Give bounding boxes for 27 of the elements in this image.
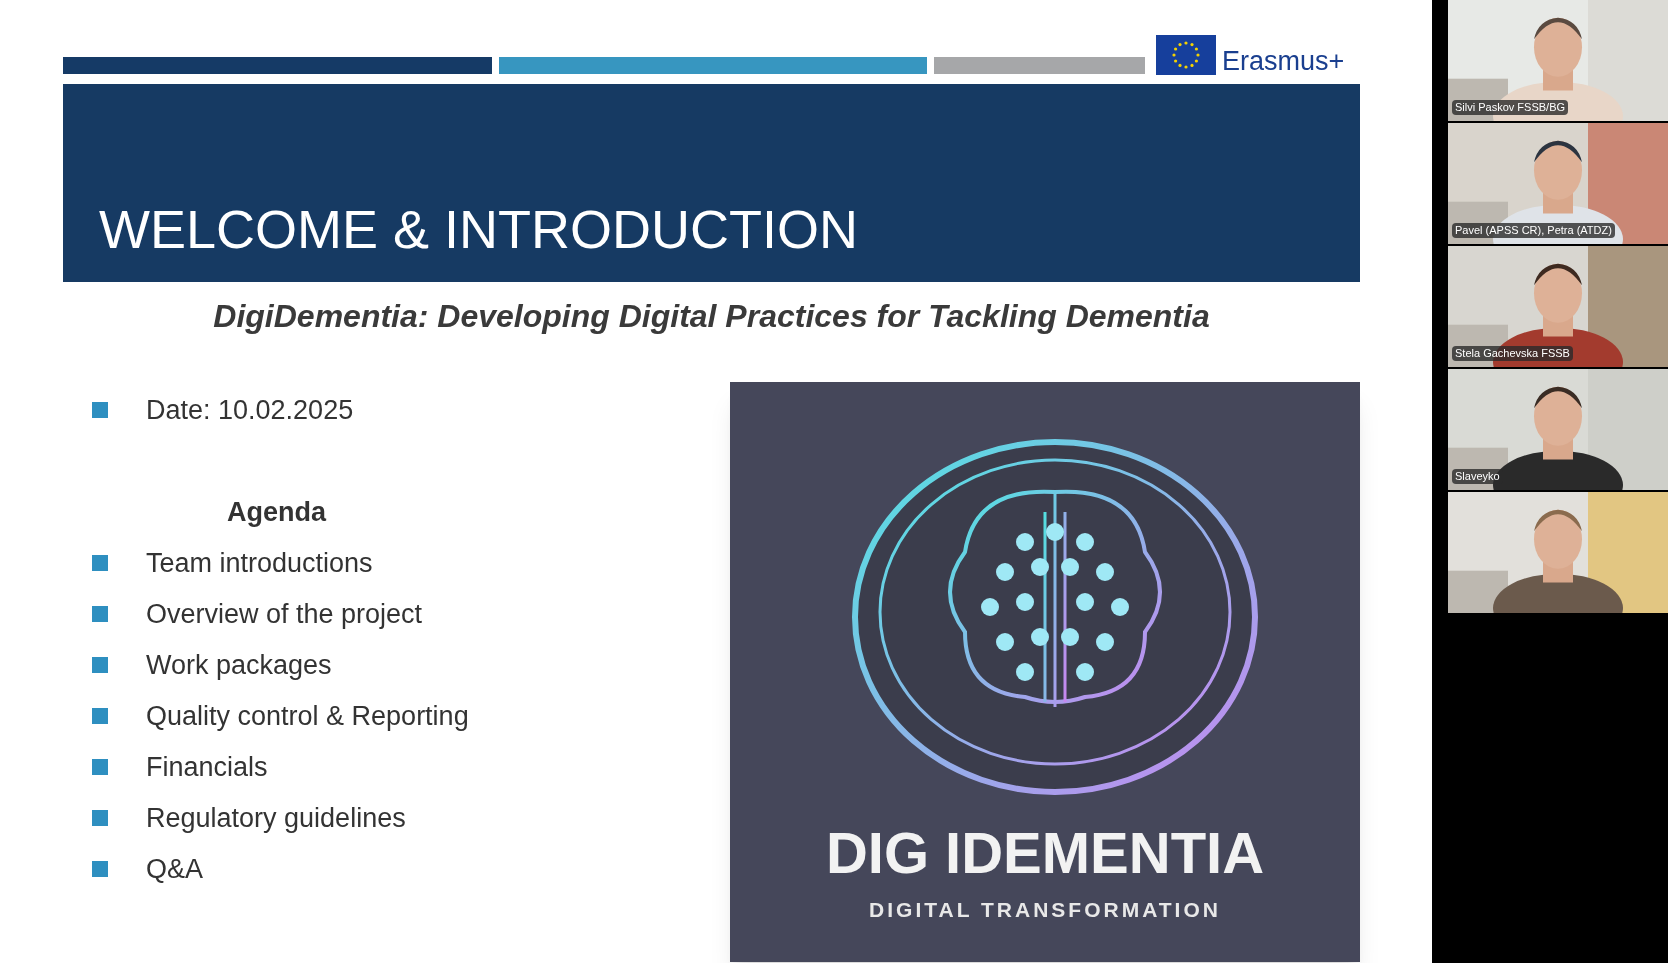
participant-name: Pavel (APSS CR), Petra (ATDZ)	[1452, 223, 1615, 238]
participant-name: Slaveyko	[1452, 469, 1503, 484]
logo-text: Erasmus+	[1222, 47, 1345, 75]
image-tagline: DIGITAL TRANSFORMATION	[869, 898, 1221, 922]
bullet-icon	[92, 555, 108, 571]
agenda-item: Overview of the project	[146, 598, 423, 631]
agenda-item: Quality control & Reporting	[146, 700, 469, 733]
agenda-heading: Agenda	[227, 496, 328, 529]
date-text: Date: 10.02.2025	[146, 394, 354, 427]
bullet-icon	[92, 759, 108, 775]
bullet-icon	[92, 810, 108, 826]
slide-title: WELCOME & INTRODUCTION	[99, 201, 858, 257]
agenda-item: Work packages	[146, 649, 332, 682]
bullet-icon	[92, 861, 108, 877]
agenda-item: Financials	[146, 751, 268, 784]
bullet-icon	[92, 657, 108, 673]
agenda-item: Regulatory guidelines	[146, 802, 406, 835]
image-title: DIG IDEMENTIA	[825, 822, 1265, 884]
participant-name: Silvi Paskov FSSB/BG	[1452, 100, 1569, 115]
bullet-icon	[92, 708, 108, 724]
participant-name: Stela Gachevska FSSB	[1452, 346, 1573, 361]
agenda-item: Team introductions	[146, 547, 373, 580]
slide-subtitle: DigiDementia: Developing Digital Practices for Tackling Dementia	[212, 297, 1211, 336]
eu-flag-icon	[1156, 35, 1216, 75]
agenda-item: Q&A	[146, 853, 204, 886]
bullet-icon	[92, 402, 108, 418]
bullet-icon	[92, 606, 108, 622]
